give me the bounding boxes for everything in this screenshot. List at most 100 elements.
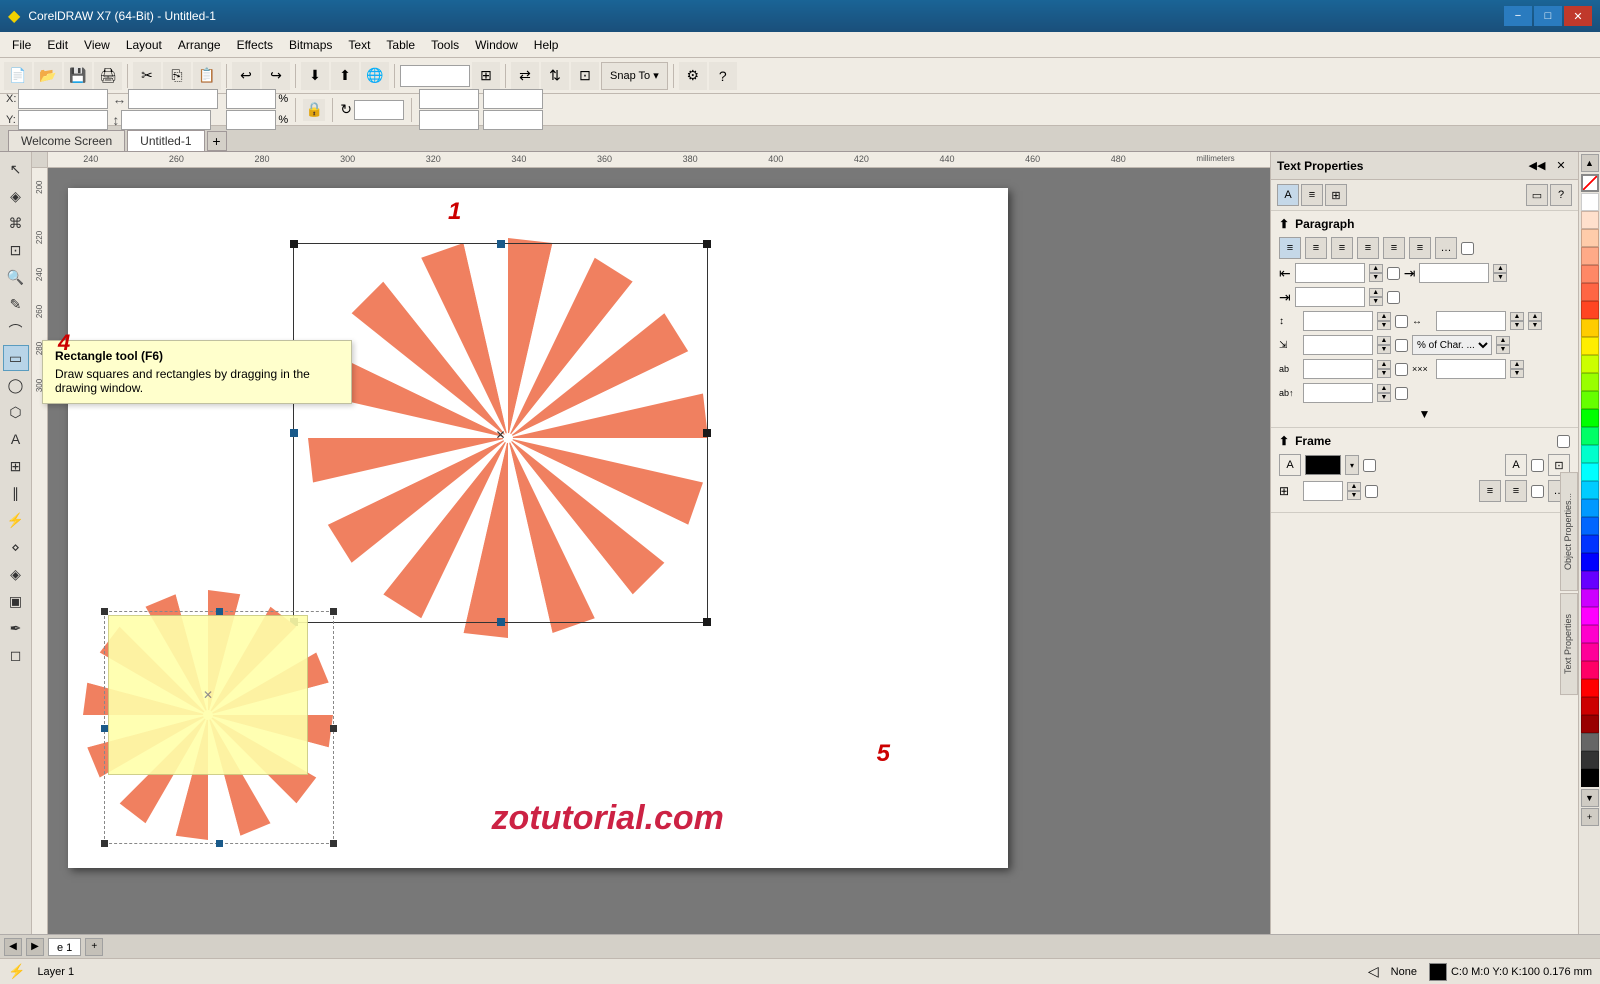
offset-select-spinner[interactable]: ▲ ▼	[1496, 336, 1510, 354]
color-green4[interactable]	[1581, 427, 1599, 445]
tab-add-button[interactable]: +	[207, 131, 227, 151]
paste-button[interactable]: 📋	[193, 62, 221, 90]
baseline2-down[interactable]: ▼	[1510, 369, 1524, 378]
text-tool-button[interactable]: A	[3, 426, 29, 452]
color-4[interactable]	[1581, 265, 1599, 283]
color-yellow2[interactable]	[1581, 337, 1599, 355]
frame-check[interactable]	[1557, 435, 1570, 448]
polygon-tool-button[interactable]: ⬡	[3, 399, 29, 425]
indent1-spinner[interactable]: ▲ ▼	[1369, 264, 1383, 282]
x-input[interactable]: 399.462 mm	[18, 89, 108, 109]
color-1[interactable]	[1581, 211, 1599, 229]
palette-scroll-down[interactable]: ▼	[1581, 789, 1599, 807]
cols-down[interactable]: ▼	[1347, 491, 1361, 500]
table-tool-button[interactable]: ⊞	[3, 453, 29, 479]
tab-welcome[interactable]: Welcome Screen	[8, 130, 125, 151]
color-blue1[interactable]	[1581, 481, 1599, 499]
color-blue3[interactable]	[1581, 517, 1599, 535]
save-button[interactable]: 💾	[64, 62, 92, 90]
transparency-tool-button[interactable]: ◻	[3, 642, 29, 668]
menu-tools[interactable]: Tools	[423, 35, 467, 55]
color-teal[interactable]	[1581, 445, 1599, 463]
cut-button[interactable]: ✂	[133, 62, 161, 90]
color-red1[interactable]	[1581, 661, 1599, 679]
offset1-spinner[interactable]: ▲ ▼	[1377, 336, 1391, 354]
color-magenta[interactable]	[1581, 607, 1599, 625]
zoom-tool-button[interactable]: 🔍	[3, 264, 29, 290]
offset-s-down[interactable]: ▼	[1496, 345, 1510, 354]
dropper-button[interactable]: ⋄	[3, 534, 29, 560]
scale2-input[interactable]: 100.0 %	[1436, 311, 1506, 331]
snap-mirror-button[interactable]: ⇄	[511, 62, 539, 90]
indent2-input[interactable]: 0.0 mm	[1419, 263, 1489, 283]
color-darkred[interactable]	[1581, 715, 1599, 733]
scale2-down[interactable]: ▼	[1510, 321, 1524, 330]
fill-tool-button[interactable]: ◈	[3, 561, 29, 587]
baseline2-spinner[interactable]: ▲ ▼	[1510, 360, 1524, 378]
color-2[interactable]	[1581, 229, 1599, 247]
select-tool-button[interactable]: ↖	[3, 156, 29, 182]
color-pink1[interactable]	[1581, 625, 1599, 643]
panel-expand[interactable]: ▭	[1526, 184, 1548, 206]
color-purple[interactable]	[1581, 589, 1599, 607]
side-tab-object-props[interactable]: Object Properties...	[1560, 472, 1578, 591]
snap-options-button[interactable]: ⊡	[571, 62, 599, 90]
indent1-up[interactable]: ▲	[1369, 264, 1383, 273]
offset1-input[interactable]: 0.0 %	[1303, 335, 1373, 355]
width-input[interactable]: 107.026 mm	[128, 89, 218, 109]
menu-file[interactable]: File	[4, 35, 39, 55]
color-blue5[interactable]	[1581, 553, 1599, 571]
color-gray[interactable]	[1581, 733, 1599, 751]
indent3-check[interactable]	[1387, 291, 1400, 304]
color-none[interactable]	[1581, 174, 1599, 192]
indent1-check[interactable]	[1387, 267, 1400, 280]
paragraph-header[interactable]: ⬆ Paragraph	[1279, 217, 1570, 231]
align-none-button[interactable]: ≡	[1409, 237, 1431, 259]
open-button[interactable]: 📂	[34, 62, 62, 90]
color-3[interactable]	[1581, 247, 1599, 265]
frame-color-check[interactable]	[1363, 459, 1376, 472]
snap-to-button[interactable]: Snap To ▾	[601, 62, 668, 90]
menu-view[interactable]: View	[76, 35, 118, 55]
scale-x-input[interactable]: 100.0	[226, 89, 276, 109]
cols-spinner[interactable]: ▲ ▼	[1347, 482, 1361, 500]
menu-table[interactable]: Table	[378, 35, 423, 55]
scale-y-input[interactable]: 100.0	[226, 110, 276, 130]
menu-arrange[interactable]: Arrange	[170, 35, 229, 55]
minimize-button[interactable]: −	[1504, 6, 1532, 26]
offset-s-up[interactable]: ▲	[1496, 336, 1510, 345]
copy-button[interactable]: ⎘	[163, 62, 191, 90]
snap-vert-button[interactable]: ⇅	[541, 62, 569, 90]
color-violet[interactable]	[1581, 571, 1599, 589]
scale2-down2[interactable]: ▼	[1528, 321, 1542, 330]
y-input[interactable]: 143.502 mm	[18, 110, 108, 130]
scale2-spinner[interactable]: ▲ ▼	[1510, 312, 1524, 330]
color-red3[interactable]	[1581, 697, 1599, 715]
cols-input[interactable]: 1	[1303, 481, 1343, 501]
lock-ratio-button[interactable]: 🔒	[303, 99, 325, 121]
angle-input[interactable]: 0.0	[354, 100, 404, 120]
menu-layout[interactable]: Layout	[118, 35, 170, 55]
rectangle-tool-button[interactable]: ▭	[3, 345, 29, 371]
expand-button[interactable]: ▼	[1419, 407, 1431, 421]
frame-text-button[interactable]: A	[1505, 454, 1527, 476]
side-tab-text-props[interactable]: Text Properties	[1560, 593, 1578, 695]
indent3-down[interactable]: ▼	[1369, 297, 1383, 306]
coord4-input[interactable]: 0.0 mm	[483, 110, 543, 130]
color-blue4[interactable]	[1581, 535, 1599, 553]
connector-tool-button[interactable]: ⚡	[3, 507, 29, 533]
options-button[interactable]: ⚙	[679, 62, 707, 90]
scale1-down[interactable]: ▼	[1377, 321, 1391, 330]
align-center-button[interactable]: ≡	[1305, 237, 1327, 259]
color-green2[interactable]	[1581, 391, 1599, 409]
align-force-button[interactable]: ≡	[1383, 237, 1405, 259]
scale2-up2[interactable]: ▲	[1528, 312, 1542, 321]
ellipse-tool-button[interactable]: ◯	[3, 372, 29, 398]
scale2-up[interactable]: ▲	[1510, 312, 1524, 321]
undo-button[interactable]: ↩	[232, 62, 260, 90]
color-yellow[interactable]	[1581, 319, 1599, 337]
publish-button[interactable]: 🌐	[361, 62, 389, 90]
indent2-up[interactable]: ▲	[1493, 264, 1507, 273]
panel-tab-frame[interactable]: ⊞	[1325, 184, 1347, 206]
shift1-down[interactable]: ▼	[1377, 393, 1391, 402]
